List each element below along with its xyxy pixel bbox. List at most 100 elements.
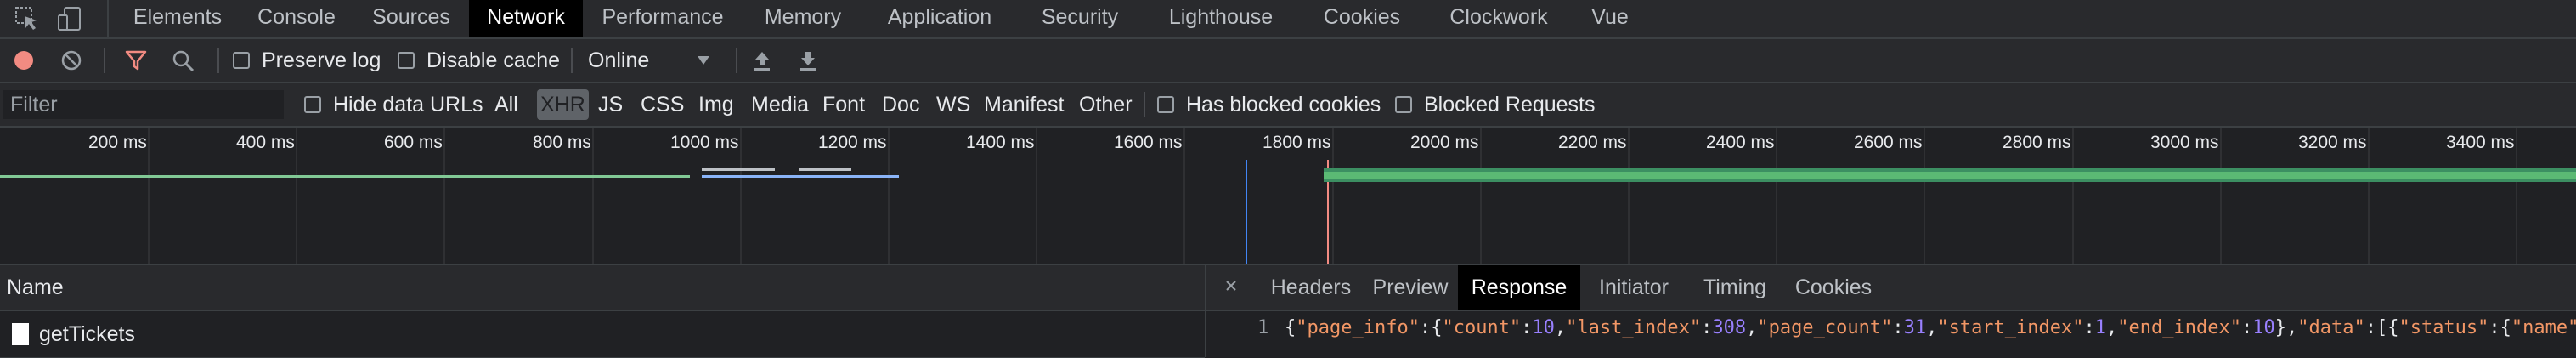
timeline-tick-label: 2400 ms [1706,133,1775,152]
filter-icon[interactable] [124,48,148,72]
response-token: "count" [1442,317,1522,338]
response-token: : [1521,317,1533,338]
record-button[interactable] [14,50,34,71]
response-token: : [2083,317,2095,338]
hide-data-urls-checkbox[interactable] [304,96,321,113]
response-token: "data" [2297,317,2365,338]
inspect-element-icon[interactable] [14,5,41,32]
timeline-gridline [888,128,890,264]
tab-console[interactable]: Console [240,0,353,37]
close-icon[interactable] [1222,276,1240,295]
table-row[interactable]: getTickets [0,311,1205,358]
network-toolbar: Preserve log Disable cache Online [0,39,2576,83]
document-icon [12,323,29,345]
timeline-tick-label: 3400 ms [2446,133,2515,152]
response-body[interactable]: 1 {"page_info":{"count":10,"last_index":… [1206,311,2576,357]
tab-cookies-detail[interactable]: Cookies [1782,265,1884,310]
timeline-request-bar [799,168,851,171]
timeline-request-bar [0,175,690,178]
device-toolbar-icon[interactable] [56,5,83,32]
filter-type-css[interactable]: CSS [637,89,687,120]
filter-separator [1144,92,1145,117]
filter-type-media[interactable]: Media [748,89,812,120]
tab-preview[interactable]: Preview [1363,265,1458,310]
response-token: :[{ [2364,317,2399,338]
filter-type-doc[interactable]: Doc [878,89,923,120]
timeline-gridline [2220,128,2222,264]
timeline-gridline [148,128,150,264]
response-token: "page_info" [1296,317,1420,338]
response-token: 1 [2094,317,2107,338]
dom-content-loaded-line [1246,160,1247,264]
filter-type-img[interactable]: Img [695,89,737,120]
response-token: 31 [1903,317,1927,338]
filter-type-ws[interactable]: WS [933,89,974,120]
timeline-tick-label: 1600 ms [1114,133,1183,152]
tab-vue[interactable]: Vue [1572,0,1648,37]
filter-type-font[interactable]: Font [819,89,868,120]
chevron-down-icon [697,55,710,65]
response-token: 10 [2252,317,2275,338]
preserve-log-label: Preserve log [262,48,381,72]
timeline-gridline [1480,128,1482,264]
timeline-tick-label: 3000 ms [2150,133,2219,152]
timeline-gridline [1628,128,1630,264]
requests-table-header[interactable]: Name [0,265,1205,311]
search-icon[interactable] [172,49,195,73]
throttling-select[interactable]: Online [586,48,722,73]
timeline-tick-label: 2000 ms [1410,133,1479,152]
filter-type-all[interactable]: All [491,89,522,120]
timeline-gridline [2368,128,2370,264]
filter-type-manifest[interactable]: Manifest [980,89,1067,120]
timeline-tick-label: 600 ms [384,133,443,152]
toolbar-separator [217,48,219,73]
response-token: 308 [1712,317,1747,338]
timeline-gridline [1924,128,1925,264]
response-token: , [1554,317,1567,338]
tab-bar-separator [107,0,109,37]
filter-type-js[interactable]: JS [595,89,626,120]
timeline-gridline [443,128,445,264]
response-token: "name" [2511,317,2576,338]
timeline-gridline [1776,128,1777,264]
timeline-request-bar [702,168,775,171]
tab-clockwork[interactable]: Clockwork [1426,0,1572,37]
export-har-icon[interactable] [797,49,819,73]
response-token: }, [2274,317,2298,338]
filter-type-other[interactable]: Other [1076,89,1136,120]
tab-initiator[interactable]: Initiator [1580,265,1687,310]
timeline-tick-label: 400 ms [236,133,295,152]
response-token: , [1926,317,1938,338]
blocked-requests-checkbox[interactable] [1395,96,1412,113]
response-token: : [1701,317,1713,338]
tab-response[interactable]: Response [1458,265,1580,310]
has-blocked-cookies-checkbox[interactable] [1157,96,1174,113]
tab-memory[interactable]: Memory [743,0,863,37]
tab-elements[interactable]: Elements [116,0,240,37]
tab-application[interactable]: Application [863,0,1016,37]
network-filter-bar: Hide data URLs All XHR JS CSS Img Media … [0,83,2576,128]
tab-security[interactable]: Security [1016,0,1144,37]
timeline-overview[interactable]: 200 ms 400 ms 600 ms 800 ms 1000 ms 1200… [0,128,2576,265]
timeline-request-bar [702,175,899,178]
tab-network[interactable]: Network [469,0,583,37]
tab-performance[interactable]: Performance [583,0,743,37]
timeline-tick-label: 2200 ms [1558,133,1627,152]
filter-input[interactable] [3,90,284,119]
response-token: "page_count" [1757,317,1893,338]
preserve-log-checkbox[interactable] [233,52,250,69]
timeline-gridline [1332,128,1334,264]
timeline-gridline [1036,128,1037,264]
tab-sources[interactable]: Sources [353,0,469,37]
tab-timing[interactable]: Timing [1687,265,1782,310]
clear-icon[interactable] [61,50,82,71]
timeline-gridline [2072,128,2074,264]
toolbar-separator [736,48,737,73]
disable-cache-checkbox[interactable] [398,52,415,69]
response-token: :{ [1419,317,1443,338]
tab-cookies[interactable]: Cookies [1298,0,1426,37]
tab-headers[interactable]: Headers [1259,265,1363,310]
import-har-icon[interactable] [751,49,773,73]
tab-lighthouse[interactable]: Lighthouse [1144,0,1298,37]
filter-type-xhr[interactable]: XHR [537,89,589,120]
